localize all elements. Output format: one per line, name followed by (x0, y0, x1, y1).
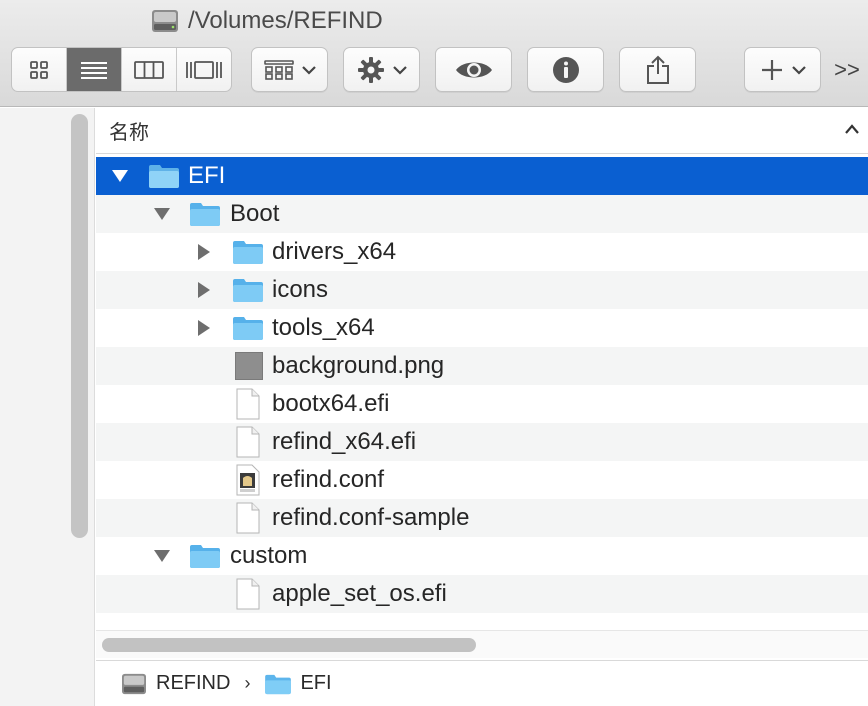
plus-icon (761, 59, 782, 80)
overflow-label: >> (834, 57, 860, 82)
path-item-label: EFI (300, 672, 332, 694)
drive-icon (150, 8, 180, 34)
document-icon (235, 426, 261, 465)
action-button[interactable] (343, 47, 420, 92)
list-view-button[interactable] (67, 48, 122, 91)
toolbar: /Volumes/REFIND >> (0, 0, 868, 107)
horizontal-scrollbar (96, 630, 868, 658)
document-icon (235, 388, 261, 427)
disclosure-collapsed-icon[interactable] (195, 319, 213, 337)
window-title-area: /Volumes/REFIND (150, 4, 383, 38)
file-row[interactable]: EFI (96, 157, 868, 195)
file-name: bootx64.efi (272, 390, 390, 417)
document-icon (235, 578, 261, 617)
chevron-down-icon (301, 65, 316, 75)
share-icon (646, 55, 669, 84)
file-name: refind_x64.efi (272, 428, 417, 455)
view-mode-control (11, 47, 232, 92)
get-info-button[interactable] (527, 47, 604, 92)
folder-icon (232, 277, 264, 310)
share-button[interactable] (619, 47, 696, 92)
file-name: tools_x64 (272, 314, 375, 341)
sort-ascending-icon (845, 124, 859, 134)
file-name: refind.conf-sample (272, 504, 470, 531)
image-file-icon (235, 352, 263, 387)
icon-view-button[interactable] (12, 48, 67, 91)
column-view-icon (134, 60, 164, 79)
list-view-icon (81, 61, 107, 79)
disclosure-expanded-icon[interactable] (111, 167, 129, 185)
file-row[interactable]: drivers_x64 (96, 233, 868, 271)
disclosure-expanded-icon[interactable] (153, 547, 171, 565)
path-item-refind[interactable]: REFIND (120, 672, 230, 696)
file-name: Boot (230, 200, 280, 227)
file-name: EFI (188, 162, 226, 189)
config-file-icon (235, 464, 261, 503)
path-separator: › (244, 673, 251, 693)
file-row[interactable]: custom (96, 537, 868, 575)
horizontal-scroll-thumb[interactable] (102, 638, 476, 652)
drive-icon (122, 673, 146, 694)
disclosure-collapsed-icon[interactable] (195, 243, 213, 261)
sidebar-scrollbar[interactable] (71, 114, 88, 538)
column-header[interactable]: 名称 (96, 108, 868, 154)
chevron-down-icon (392, 65, 407, 75)
file-row[interactable]: bootx64.efi (96, 385, 868, 423)
document-icon (235, 502, 261, 541)
folder-icon (189, 201, 221, 234)
folder-icon (189, 543, 221, 576)
group-grid-icon (263, 59, 294, 80)
icon-view-icon (30, 60, 48, 79)
new-item-button[interactable] (744, 47, 821, 92)
file-row[interactable]: icons (96, 271, 868, 309)
folder-icon (232, 315, 264, 348)
file-name: drivers_x64 (272, 238, 397, 265)
quick-look-button[interactable] (435, 47, 512, 92)
file-name: background.png (272, 352, 445, 379)
column-view-button[interactable] (122, 48, 177, 91)
disclosure-collapsed-icon[interactable] (195, 281, 213, 299)
disclosure-expanded-icon[interactable] (153, 205, 171, 223)
gallery-view-button[interactable] (177, 48, 231, 91)
file-list: EFI Boot drivers_x64icons tools_x64 backgrou… (96, 157, 868, 613)
folder-icon (148, 163, 180, 196)
file-row[interactable]: Boot (96, 195, 868, 233)
path-item-efi[interactable]: EFI (264, 672, 332, 695)
file-name: custom (230, 542, 308, 569)
path-item-label: REFIND (156, 672, 231, 694)
name-column-header: 名称 (109, 122, 149, 144)
file-name: apple_set_os.efi (272, 580, 447, 607)
file-name: icons (272, 276, 329, 303)
eye-icon (455, 62, 492, 77)
toolbar-overflow-button[interactable]: >> (832, 52, 862, 88)
path-bar: REFIND › EFI (96, 660, 868, 706)
info-icon (552, 56, 579, 83)
folder-icon (232, 239, 264, 272)
file-row[interactable]: refind_x64.efi (96, 423, 868, 461)
file-row[interactable]: tools_x64 (96, 309, 868, 347)
file-row[interactable]: background.png (96, 347, 868, 385)
folder-icon (265, 674, 292, 694)
file-name: refind.conf (272, 466, 385, 493)
file-row[interactable]: refind.conf-sample (96, 499, 868, 537)
window-title: /Volumes/REFIND (188, 7, 383, 34)
group-by-button[interactable] (251, 47, 328, 92)
file-row[interactable]: refind.conf (96, 461, 868, 499)
gallery-view-icon (186, 60, 222, 79)
chevron-down-icon (791, 65, 806, 75)
file-row[interactable]: apple_set_os.efi (96, 575, 868, 613)
gear-icon (357, 56, 384, 83)
